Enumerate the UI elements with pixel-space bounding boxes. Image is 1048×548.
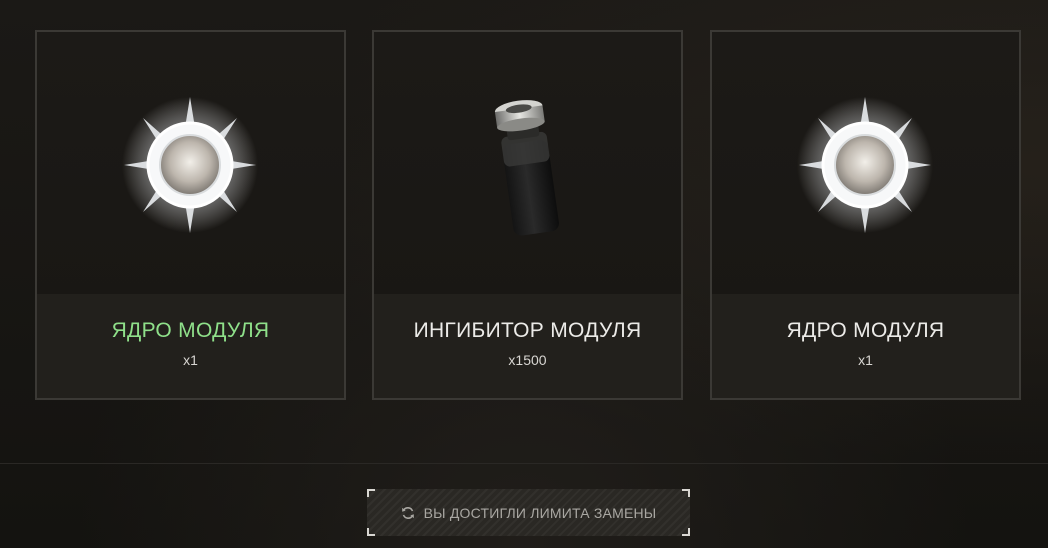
corner-bracket bbox=[682, 528, 690, 536]
reward-card-1[interactable]: ЯДРО МОДУЛЯ x1 bbox=[35, 30, 346, 400]
replace-limit-button[interactable]: ВЫ ДОСТИГЛИ ЛИМИТА ЗАМЕНЫ bbox=[367, 489, 690, 536]
module-core-image bbox=[37, 32, 344, 298]
replace-limit-label: ВЫ ДОСТИГЛИ ЛИМИТА ЗАМЕНЫ bbox=[423, 504, 657, 521]
card-quantity: x1 bbox=[858, 352, 873, 368]
section-divider bbox=[0, 463, 1048, 464]
card-quantity: x1500 bbox=[508, 352, 547, 368]
corner-bracket bbox=[682, 489, 690, 497]
reward-card-3[interactable]: ЯДРО МОДУЛЯ x1 bbox=[710, 30, 1021, 400]
card-title: ИНГИБИТОР МОДУЛЯ bbox=[413, 319, 642, 342]
module-inhibitor-vial-icon bbox=[494, 100, 559, 236]
reward-card-2[interactable]: ИНГИБИТОР МОДУЛЯ x1500 bbox=[372, 30, 683, 400]
card-quantity: x1 bbox=[183, 352, 198, 368]
card-footer: ЯДРО МОДУЛЯ x1 bbox=[37, 294, 344, 398]
card-title: ЯДРО МОДУЛЯ bbox=[111, 319, 270, 342]
corner-bracket bbox=[367, 489, 375, 497]
refresh-icon bbox=[401, 506, 415, 520]
module-core-icon bbox=[797, 97, 933, 233]
module-core-image bbox=[712, 32, 1019, 298]
module-core-icon bbox=[122, 97, 258, 233]
card-footer: ЯДРО МОДУЛЯ x1 bbox=[712, 294, 1019, 398]
card-title: ЯДРО МОДУЛЯ bbox=[786, 319, 945, 342]
module-inhibitor-image bbox=[374, 32, 681, 298]
card-footer: ИНГИБИТОР МОДУЛЯ x1500 bbox=[374, 294, 681, 398]
corner-bracket bbox=[367, 528, 375, 536]
